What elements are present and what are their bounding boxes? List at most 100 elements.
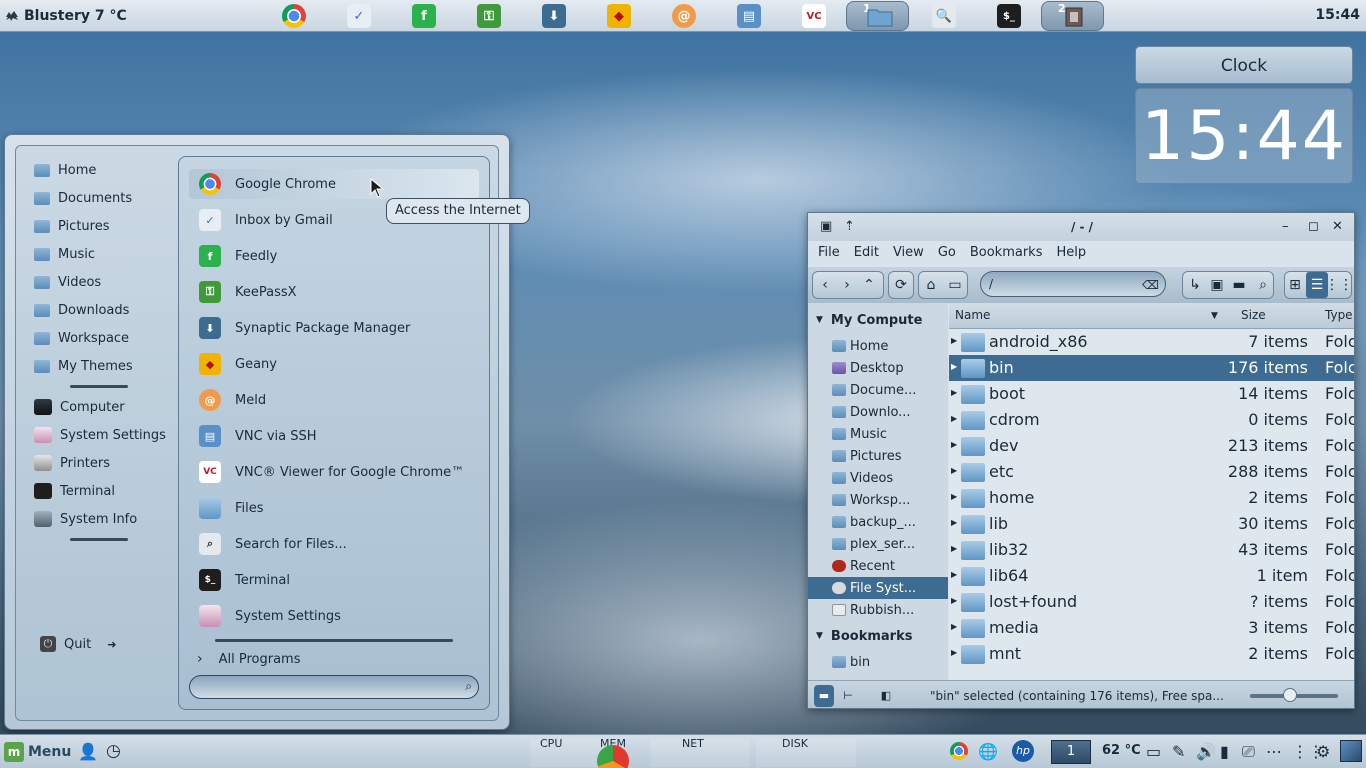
search-icon[interactable]: ⌕ — [1252, 272, 1274, 298]
place-home[interactable]: Home — [34, 158, 96, 182]
expand-triangle-icon[interactable]: ▶ — [951, 570, 957, 579]
workspace-switcher[interactable]: 1 — [1051, 740, 1091, 764]
expand-triangle-icon[interactable]: ▶ — [951, 336, 957, 345]
column-size[interactable]: Size — [1241, 308, 1266, 322]
system-computer[interactable]: Computer — [34, 395, 125, 419]
expand-triangle-icon[interactable]: ▶ — [951, 622, 957, 631]
show-desktop-icon[interactable] — [1340, 740, 1362, 762]
menu-view[interactable]: View — [893, 241, 924, 265]
app-geany[interactable]: ◆ Geany — [189, 349, 479, 379]
workspace-2-window-group[interactable]: 2 — [1041, 1, 1104, 31]
sidebar-item-file-system[interactable]: File Syst... — [808, 577, 948, 599]
menu-bookmarks[interactable]: Bookmarks — [970, 241, 1043, 265]
system-settings[interactable]: System Settings — [34, 423, 166, 447]
weather-applet[interactable]: Blustery 7 °C — [4, 6, 127, 26]
expand-triangle-icon[interactable]: ▶ — [951, 596, 957, 605]
menu-help[interactable]: Help — [1056, 241, 1086, 265]
expand-triangle-icon[interactable]: ▶ — [951, 492, 957, 501]
close-icon[interactable]: ✕ — [1332, 219, 1343, 234]
app-search-for-files[interactable]: ⌕ Search for Files... — [189, 529, 479, 559]
table-row[interactable]: ▶ lib32 43 items Folc — [949, 537, 1354, 563]
column-name[interactable]: Name — [955, 308, 990, 322]
expand-triangle-icon[interactable]: ▶ — [951, 518, 957, 527]
menu-search-box[interactable]: ⌕ — [189, 675, 479, 699]
app-vnc-via-ssh[interactable]: ▤ VNC via SSH — [189, 421, 479, 451]
table-row[interactable]: ▶ home 2 items Folc — [949, 485, 1354, 511]
home-icon[interactable]: ⌂ — [920, 272, 942, 298]
expand-triangle-icon[interactable]: ▶ — [951, 440, 957, 449]
menu-button[interactable]: m Menu — [4, 739, 71, 765]
table-row[interactable]: ▶ lib64 1 item Folc — [949, 563, 1354, 589]
app-synaptic[interactable]: ⬇ Synaptic Package Manager — [189, 313, 479, 343]
sidebar-item-recent[interactable]: Recent — [832, 555, 948, 577]
new-folder-icon[interactable]: ▬ — [1228, 272, 1250, 298]
system-printers[interactable]: Printers — [34, 451, 110, 475]
menu-go[interactable]: Go — [938, 241, 956, 265]
meld-icon[interactable]: @ — [672, 4, 696, 28]
battery-icon[interactable]: ▮ — [1220, 742, 1229, 761]
sidebar-header-bookmarks[interactable]: ▼ Bookmarks — [816, 625, 912, 647]
system-info[interactable]: System Info — [34, 507, 137, 531]
up-icon[interactable]: ⌃ — [858, 272, 880, 298]
app-feedly[interactable]: f Feedly — [189, 241, 479, 271]
menu-edit[interactable]: Edit — [854, 241, 879, 265]
sidebar-item-rubbish[interactable]: Rubbish... — [832, 599, 948, 621]
toggle-location-icon[interactable]: ↳ — [1184, 272, 1206, 298]
sidebar-item-plex[interactable]: plex_ser... — [832, 533, 948, 555]
user-icon[interactable]: 👤 — [78, 742, 98, 761]
expand-triangle-icon[interactable]: ▶ — [951, 414, 957, 423]
app-meld[interactable]: @ Meld — [189, 385, 479, 415]
search-files-icon[interactable]: 🔍 — [932, 4, 956, 28]
expand-triangle-icon[interactable]: ▶ — [951, 388, 957, 397]
synaptic-icon[interactable]: ⬇ — [542, 4, 566, 28]
system-terminal[interactable]: Terminal — [34, 479, 115, 503]
vnc-viewer-icon[interactable]: VC — [802, 4, 826, 28]
place-videos[interactable]: Videos — [34, 270, 101, 294]
app-keepassx[interactable]: ⚿ KeePassX — [189, 277, 479, 307]
app-system-settings[interactable]: System Settings — [189, 601, 479, 631]
app-google-chrome[interactable]: Google Chrome — [189, 169, 479, 199]
table-row[interactable]: ▶ bin 176 items Folc — [949, 355, 1354, 381]
display-icon[interactable]: ▭ — [1146, 742, 1161, 761]
computer-icon[interactable]: ▭ — [944, 272, 966, 298]
icon-view-icon[interactable]: ⊞ — [1284, 272, 1306, 298]
expand-triangle-icon[interactable]: ▶ — [951, 466, 957, 475]
terminal-here-icon[interactable]: ▣ — [1206, 272, 1228, 298]
terminal-icon[interactable]: $_ — [997, 4, 1021, 28]
sidebar-item-desktop[interactable]: Desktop — [832, 357, 948, 379]
table-row[interactable]: ▶ boot 14 items Folc — [949, 381, 1354, 407]
forward-icon[interactable]: › — [836, 272, 858, 298]
place-pictures[interactable]: Pictures — [34, 214, 109, 238]
network-icon[interactable]: ⎚ — [1242, 742, 1255, 762]
hide-sidebar-icon[interactable]: ◧ — [876, 685, 896, 707]
sort-down-icon[interactable]: ▼ — [1211, 311, 1218, 321]
sidebar-header-computer[interactable]: ▼ My Compute — [816, 309, 922, 331]
sidebar-item-backup[interactable]: backup_... — [832, 511, 948, 533]
panel-clock[interactable]: 15:44 — [1315, 7, 1360, 23]
back-icon[interactable]: ‹ — [814, 272, 836, 298]
table-row[interactable]: ▶ media 3 items Folc — [949, 615, 1354, 641]
sidebar-bookmark-bin[interactable]: bin — [832, 651, 948, 673]
menu-file[interactable]: File — [818, 241, 840, 265]
geany-icon[interactable]: ◆ — [607, 4, 631, 28]
zoom-slider[interactable] — [1250, 688, 1338, 702]
vnc-icon[interactable]: ▤ — [737, 4, 761, 28]
keepassx-icon[interactable]: ⚿ — [477, 4, 501, 28]
column-type[interactable]: Type — [1325, 308, 1353, 322]
globe-icon[interactable]: 🌐 — [978, 742, 998, 761]
table-row[interactable]: ▶ lost+found ? items Folc — [949, 589, 1354, 615]
chrome-icon[interactable] — [282, 4, 306, 28]
maximize-icon[interactable]: ◻ — [1308, 219, 1319, 234]
clear-icon[interactable]: ⌫ — [1142, 273, 1159, 297]
gear-icon[interactable]: ⚙ — [1316, 742, 1330, 761]
reload-icon[interactable]: ⟳ — [890, 272, 912, 298]
app-vnc-viewer[interactable]: VC VNC® Viewer for Google Chrome™ — [189, 457, 479, 487]
place-my-themes[interactable]: My Themes — [34, 354, 133, 378]
table-row[interactable]: ▶ cdrom 0 items Folc — [949, 407, 1354, 433]
feedly-icon[interactable]: f — [412, 4, 436, 28]
tree-toggle-icon[interactable]: ⊢ — [838, 685, 858, 707]
table-row[interactable]: ▶ mnt 2 items Folc — [949, 641, 1354, 667]
sidebar-item-home[interactable]: Home — [832, 335, 948, 357]
app-terminal[interactable]: $_ Terminal — [189, 565, 479, 595]
places-toggle-icon[interactable]: ▬ — [814, 685, 834, 707]
